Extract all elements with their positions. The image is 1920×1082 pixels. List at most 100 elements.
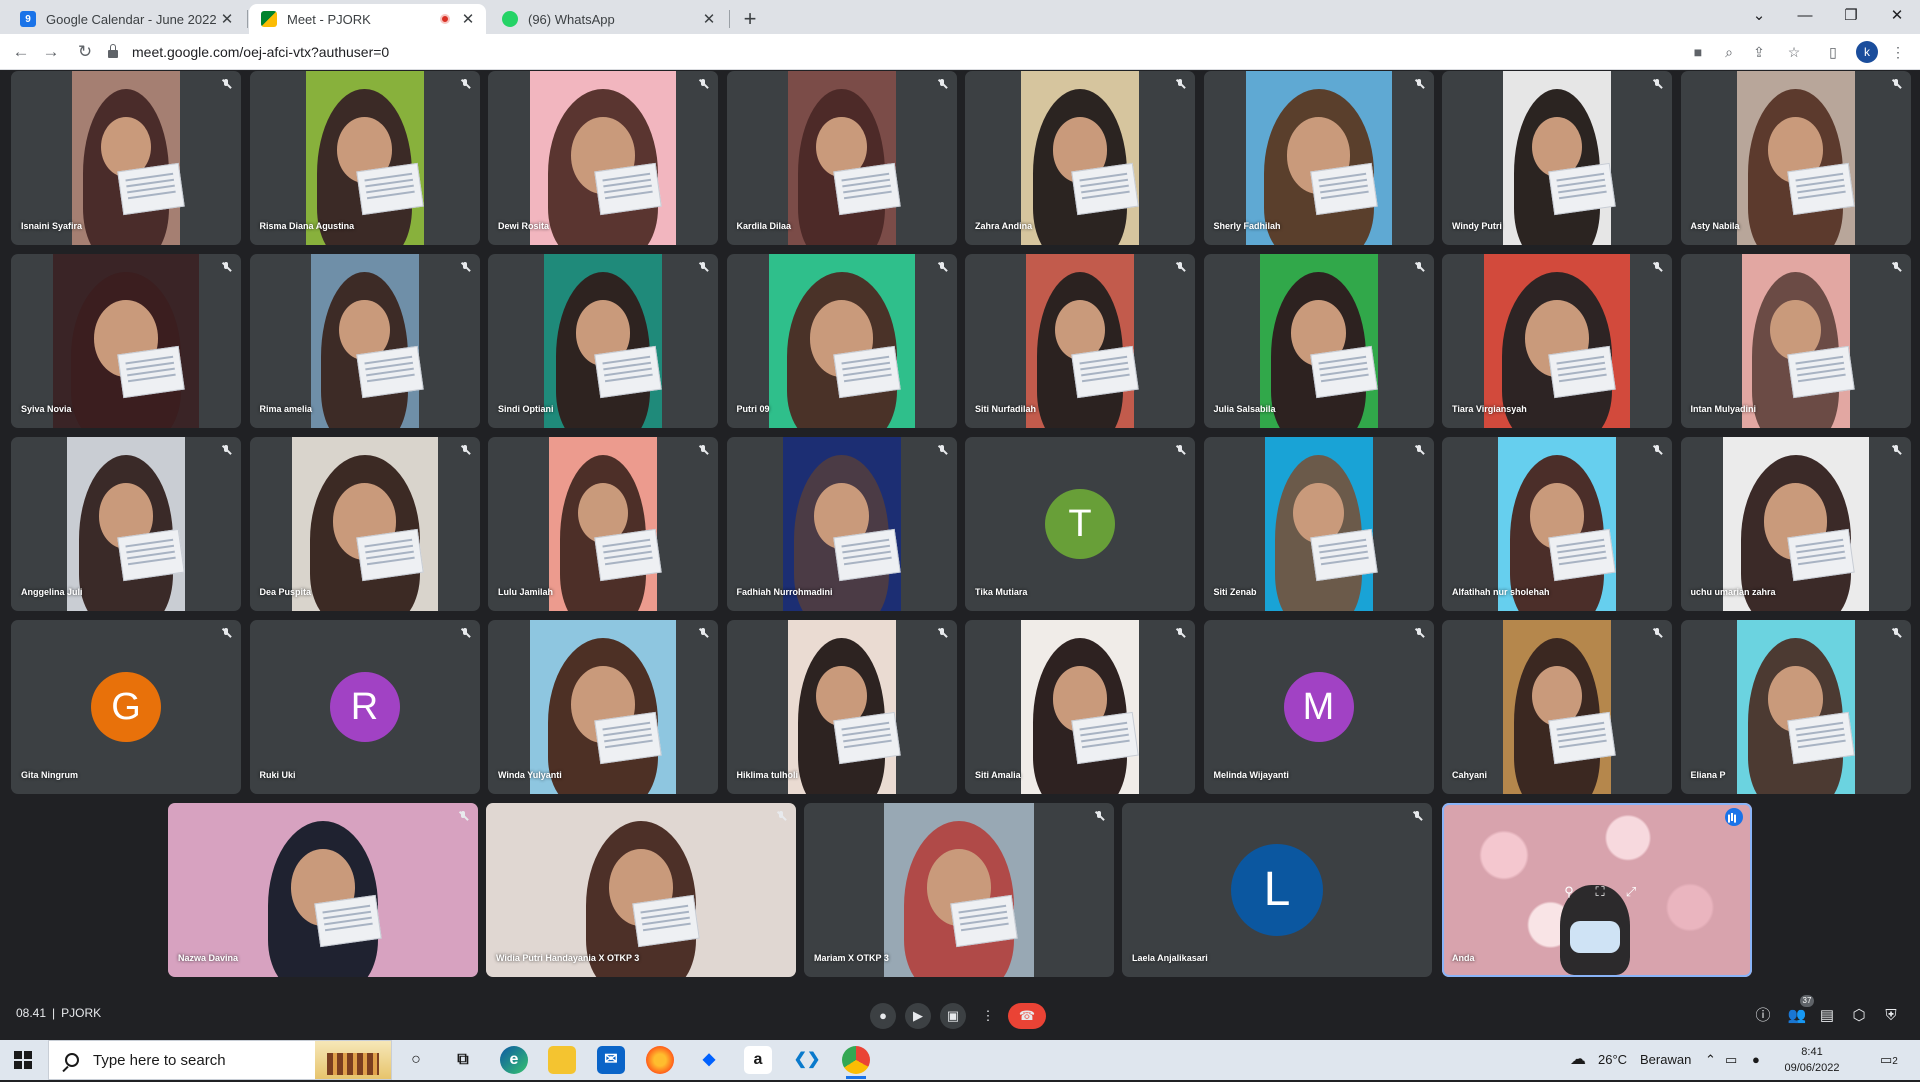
notification-center-icon[interactable]: ▭2 <box>1880 1040 1898 1080</box>
participant-tile[interactable]: Mariam X OTKP 3 <box>804 803 1114 977</box>
participant-tile[interactable]: Anggelina Juli <box>11 437 241 611</box>
windows-start-icon[interactable] <box>14 1051 32 1069</box>
meeting-info: 08.41 | PJORK <box>16 1006 101 1020</box>
side-panel-icon[interactable]: ▯ <box>1823 42 1843 62</box>
participant-tile[interactable]: uchu umarian zahra <box>1680 437 1911 611</box>
url-text: meet.google.com/oej-afci-vtx?authuser=0 <box>132 44 390 60</box>
tab-meet[interactable]: Meet - PJORK ✕ <box>249 4 486 34</box>
reload-icon[interactable]: ↻ <box>72 39 98 65</box>
participant-tile[interactable]: Dewi Rosita <box>488 71 718 245</box>
close-tab-icon[interactable]: ✕ <box>701 10 717 28</box>
tab-whatsapp[interactable]: (96) WhatsApp ✕ <box>490 4 727 34</box>
weather-temperature[interactable]: 26°C <box>1598 1040 1627 1080</box>
minimize-icon[interactable]: — <box>1782 2 1828 30</box>
host-controls-icon[interactable]: ⛨ <box>1880 1005 1902 1027</box>
chrome-icon[interactable] <box>842 1046 870 1079</box>
participant-tile[interactable]: T Tika Mutiara <box>965 437 1195 611</box>
activities-icon[interactable]: ⬡ <box>1848 1005 1870 1027</box>
mail-icon[interactable]: ✉ <box>597 1046 625 1074</box>
share-icon[interactable]: ⇪ <box>1749 42 1769 62</box>
browser-menu-icon[interactable]: ⋮ <box>1888 42 1908 62</box>
tab-google-calendar[interactable]: 9 Google Calendar - June 2022 ✕ <box>8 4 245 34</box>
participant-tile[interactable]: Alfatihah nur sholehah <box>1442 437 1672 611</box>
participant-tile[interactable]: Nazwa Davina <box>168 803 478 977</box>
taskbar-search-box[interactable]: Type here to search <box>48 1040 392 1080</box>
close-tab-icon[interactable]: ✕ <box>219 10 235 28</box>
participant-tile[interactable]: Asty Nabila <box>1680 71 1911 245</box>
participant-tile[interactable]: Winda Yulyanti <box>488 620 718 794</box>
participant-tile[interactable]: Putri 09 <box>726 254 957 428</box>
fullscreen-icon[interactable]: ⛶ <box>1591 883 1609 901</box>
weather-description[interactable]: Berawan <box>1640 1040 1691 1080</box>
participant-tile[interactable]: Fadhiah Nurrohmadini <box>726 437 957 611</box>
firefox-icon[interactable] <box>646 1046 674 1074</box>
participant-tile[interactable]: Cahyani <box>1442 620 1672 794</box>
participant-tile[interactable]: Windy Putri <box>1442 71 1672 245</box>
restore-icon[interactable]: ❐ <box>1828 2 1874 30</box>
remove-icon[interactable]: ⤢ <box>1622 883 1640 901</box>
participant-tile[interactable]: Lulu Jamilah <box>488 437 718 611</box>
participant-tile[interactable]: Rima amelia <box>249 254 480 428</box>
taskbar-clock[interactable]: 8:41 09/06/2022 <box>1776 1044 1848 1076</box>
participant-tile[interactable]: Julia Salsabila <box>1203 254 1434 428</box>
meet-participant-grid: Isnaini Syafira Risma Diana Agustina Dewi … <box>0 71 1920 991</box>
zoom-icon[interactable]: ⌕ <box>1719 42 1739 62</box>
new-tab-icon[interactable]: + <box>737 6 763 32</box>
close-window-icon[interactable]: ✕ <box>1874 2 1920 30</box>
self-video-tile[interactable]: ⚲ ⛶ ⤢ Anda <box>1442 803 1752 977</box>
camera-button[interactable]: ▶ <box>905 1003 931 1029</box>
profile-avatar[interactable]: k <box>1856 41 1878 63</box>
participant-video-feed <box>530 620 676 794</box>
tray-microphone-icon[interactable]: ● <box>1752 1040 1760 1080</box>
participant-tile[interactable]: L Laela Anjalikasari <box>1122 803 1432 977</box>
participant-tile[interactable]: Sherly Fadhilah <box>1203 71 1434 245</box>
bookmark-star-icon[interactable]: ☆ <box>1784 42 1804 62</box>
participant-tile[interactable]: Intan Mulyadini <box>1680 254 1911 428</box>
participant-video-feed <box>310 254 424 428</box>
dropbox-icon[interactable]: ◆ <box>695 1046 723 1074</box>
task-view-icon[interactable]: ⧉ <box>449 1046 477 1074</box>
tray-chevron-icon[interactable]: ⌃ <box>1705 1040 1716 1080</box>
weather-icon[interactable]: ☁ <box>1570 1040 1586 1080</box>
participant-tile[interactable]: Dea Puspita <box>249 437 480 611</box>
participant-tile[interactable]: Widia Putri Handayania X OTKP 3 <box>486 803 796 977</box>
more-options-button[interactable]: ⋮ <box>975 1003 1001 1029</box>
microphone-button[interactable]: ● <box>870 1003 896 1029</box>
leave-call-button[interactable]: ☎ <box>1008 1003 1046 1029</box>
participant-tile[interactable]: Hiklima tulholi <box>726 620 957 794</box>
chat-icon[interactable]: ▤ <box>1816 1005 1838 1027</box>
participant-tile[interactable]: Siti Zenab <box>1203 437 1434 611</box>
participant-tile[interactable]: Kardila Dilaa <box>726 71 957 245</box>
cortana-icon[interactable]: ○ <box>402 1046 430 1074</box>
address-bar[interactable]: meet.google.com/oej-afci-vtx?authuser=0 <box>108 39 1688 65</box>
pin-icon[interactable]: ⚲ <box>1560 883 1578 901</box>
present-screen-button[interactable]: ▣ <box>940 1003 966 1029</box>
people-icon[interactable]: 👥 <box>1786 1005 1808 1027</box>
close-tab-icon[interactable]: ✕ <box>460 10 476 28</box>
participant-tile[interactable]: M Melinda Wijayanti <box>1203 620 1434 794</box>
vscode-icon[interactable]: ❮❯ <box>793 1046 821 1074</box>
participant-tile[interactable]: G Gita Ningrum <box>11 620 241 794</box>
participant-tile[interactable]: Eliana P <box>1680 620 1911 794</box>
microphone-muted-icon <box>1413 444 1425 456</box>
participant-tile[interactable]: Sindi Optiani <box>488 254 718 428</box>
participant-tile[interactable]: Siti Amalia <box>965 620 1195 794</box>
participant-tile[interactable]: Risma Diana Agustina <box>249 71 480 245</box>
id-card <box>314 894 382 948</box>
tab-search-chevron-icon[interactable]: ⌄ <box>1736 2 1782 30</box>
tray-network-icon[interactable]: ▭ <box>1725 1040 1737 1080</box>
camera-in-use-icon[interactable]: ■ <box>1688 42 1708 62</box>
microphone-muted-icon <box>1093 810 1105 822</box>
participant-tile[interactable]: Zahra Andina <box>965 71 1195 245</box>
participant-tile[interactable]: Tiara Virgiansyah <box>1442 254 1672 428</box>
participant-tile[interactable]: Syiva Novia <box>11 254 241 428</box>
back-icon[interactable]: ← <box>8 39 34 65</box>
forward-icon[interactable]: → <box>38 39 64 65</box>
amazon-icon[interactable]: a <box>744 1046 772 1074</box>
participant-tile[interactable]: R Ruki Uki <box>249 620 480 794</box>
edge-icon[interactable]: e <box>500 1046 528 1074</box>
participant-tile[interactable]: Isnaini Syafira <box>11 71 241 245</box>
participant-tile[interactable]: Siti Nurfadilah <box>965 254 1195 428</box>
meeting-details-icon[interactable]: ⓘ <box>1752 1005 1774 1027</box>
file-explorer-icon[interactable] <box>548 1046 576 1074</box>
